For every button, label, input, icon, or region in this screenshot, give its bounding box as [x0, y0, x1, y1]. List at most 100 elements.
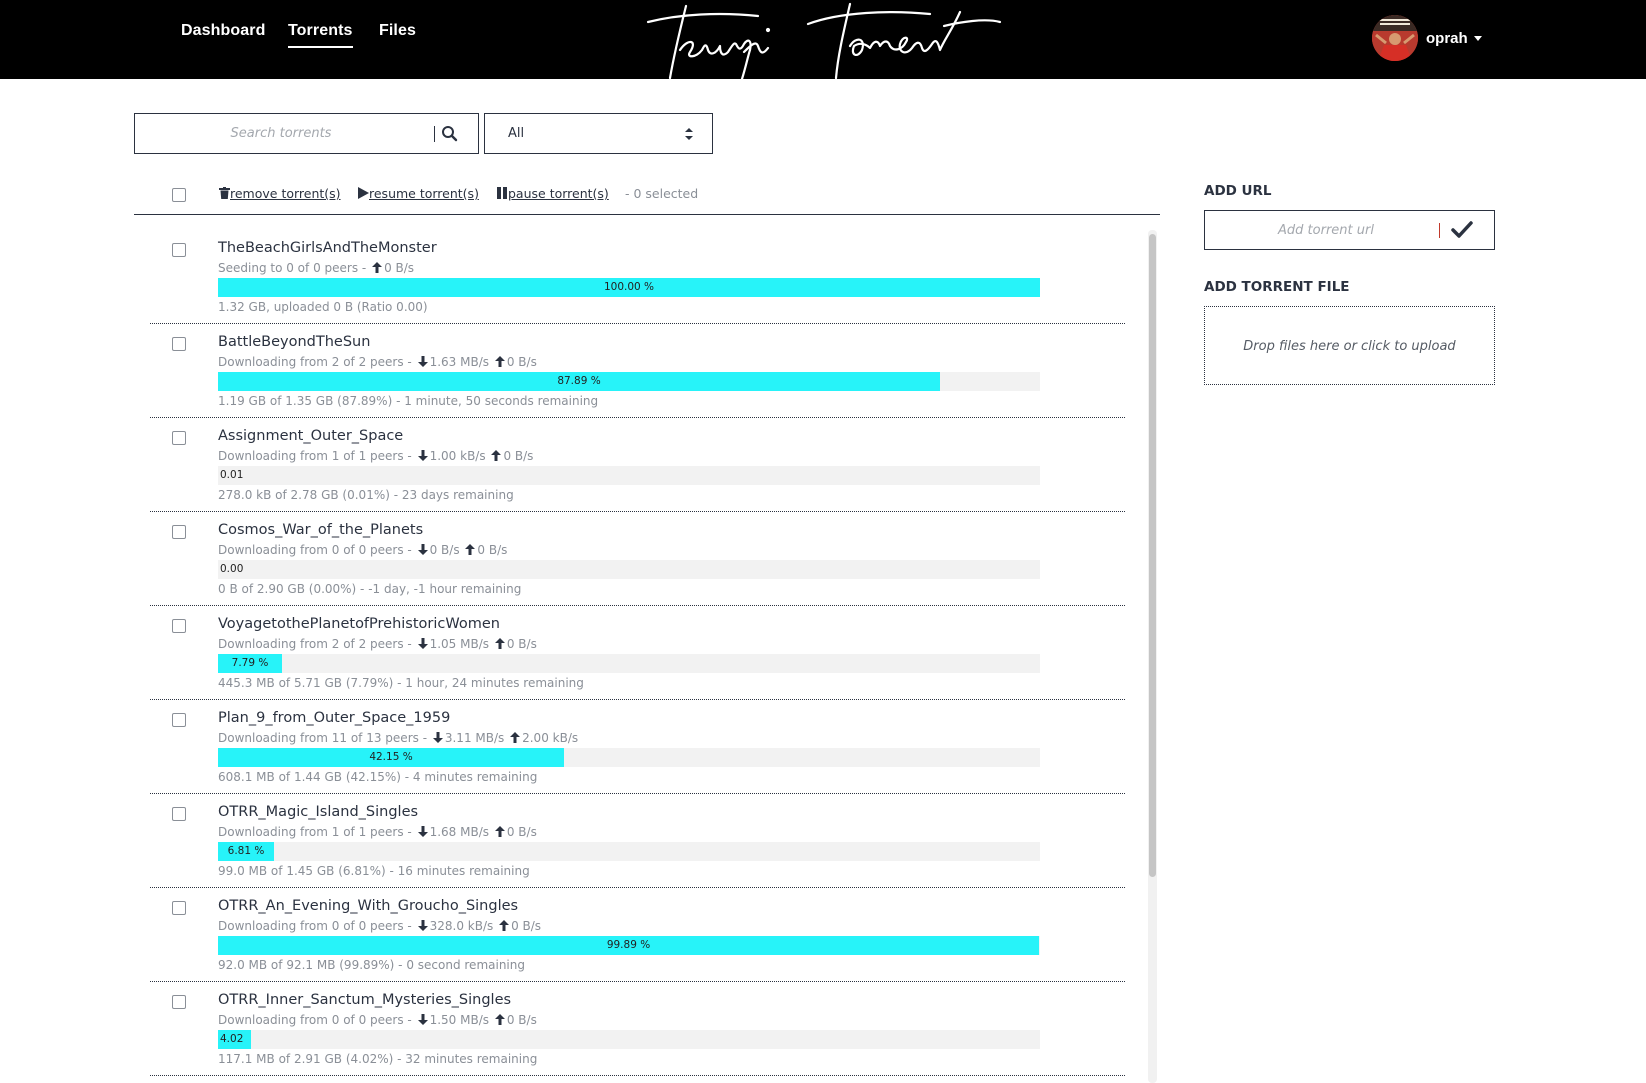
torrent-checkbox[interactable] — [172, 901, 186, 915]
torrent-summary: 92.0 MB of 92.1 MB (99.89%) - 0 second r… — [218, 958, 525, 972]
torrent-list[interactable]: TheBeachGirlsAndTheMonster Seeding to 0 o… — [150, 230, 1150, 1083]
torrent-checkbox[interactable] — [172, 713, 186, 727]
download-speed: 328.0 kB/s — [429, 919, 494, 933]
play-icon — [358, 187, 369, 199]
torrent-name[interactable]: OTRR_An_Evening_With_Groucho_Singles — [218, 898, 518, 914]
torrent-checkbox[interactable] — [172, 525, 186, 539]
torrent-name[interactable]: BattleBeyondTheSun — [218, 334, 370, 350]
status-filter-select[interactable]: All — [484, 113, 713, 154]
select-all-checkbox[interactable] — [172, 188, 186, 202]
torrent-name[interactable]: OTRR_Magic_Island_Singles — [218, 804, 418, 820]
progress-bar: 42.15 % — [218, 748, 1040, 767]
download-speed: 1.68 MB/s — [429, 825, 490, 839]
upload-arrow-icon — [499, 920, 510, 931]
torrent-row[interactable]: BattleBeyondTheSun Downloading from 2 of … — [150, 324, 1125, 418]
torrent-row[interactable]: TheBeachGirlsAndTheMonster Seeding to 0 o… — [150, 230, 1125, 324]
torrent-row[interactable]: OTRR_An_Evening_With_Groucho_Singles Down… — [150, 888, 1125, 982]
search-icon[interactable] — [440, 124, 460, 144]
torrent-row[interactable]: Cosmos_War_of_the_Planets Downloading fro… — [150, 512, 1125, 606]
torrent-checkbox[interactable] — [172, 995, 186, 1009]
search-input[interactable] — [136, 115, 426, 152]
torrent-status: Downloading from 0 of 0 peers - 0 B/s 0 … — [218, 543, 507, 557]
status-peers-text: Seeding to 0 of 0 peers - — [218, 261, 367, 275]
torrent-file-dropzone[interactable]: Drop files here or click to upload — [1204, 306, 1495, 385]
url-input-divider — [1439, 223, 1440, 238]
remove-label[interactable]: remove torrent(s) — [230, 186, 341, 201]
pause-label[interactable]: pause torrent(s) — [508, 186, 609, 201]
torrent-checkbox[interactable] — [172, 807, 186, 821]
upload-speed: 0 B/s — [506, 825, 537, 839]
torrent-checkbox[interactable] — [172, 337, 186, 351]
status-peers-text: Downloading from 1 of 1 peers - — [218, 449, 412, 463]
download-speed: 1.63 MB/s — [429, 355, 490, 369]
resume-label[interactable]: resume torrent(s) — [369, 186, 479, 201]
torrent-name[interactable]: Plan_9_from_Outer_Space_1959 — [218, 710, 450, 726]
remove-torrents-button[interactable]: remove torrent(s) — [219, 186, 341, 201]
progress-bar: 7.79 % — [218, 654, 1040, 673]
torrent-name[interactable]: VoyagetothePlanetofPrehistoricWomen — [218, 616, 500, 632]
user-menu[interactable]: oprah — [1372, 15, 1482, 61]
torrent-checkbox[interactable] — [172, 431, 186, 445]
progress-bar: 6.81 % — [218, 842, 1040, 861]
chevron-down-icon[interactable] — [1473, 35, 1482, 41]
status-peers-text: Downloading from 0 of 0 peers - — [218, 919, 412, 933]
add-torrent-file-title: ADD TORRENT FILE — [1204, 279, 1350, 295]
progress-bar: 0.01 — [218, 466, 1040, 485]
bulk-actions-toolbar: remove torrent(s) resume torrent(s) paus… — [134, 180, 1160, 215]
torrent-name[interactable]: TheBeachGirlsAndTheMonster — [218, 240, 437, 256]
upload-speed: 0 B/s — [506, 1013, 537, 1027]
download-speed: 3.11 MB/s — [444, 731, 505, 745]
torrent-status: Downloading from 11 of 13 peers - 3.11 M… — [218, 731, 578, 745]
status-peers-text: Downloading from 2 of 2 peers - — [218, 355, 412, 369]
search-divider — [434, 126, 435, 142]
upload-arrow-icon — [494, 1014, 505, 1025]
nav-dashboard[interactable]: Dashboard — [181, 22, 265, 40]
checkmark-icon[interactable] — [1451, 220, 1473, 240]
torrent-summary: 99.0 MB of 1.45 GB (6.81%) - 16 minutes … — [218, 864, 530, 878]
torrent-row[interactable]: VoyagetothePlanetofPrehistoricWomen Downl… — [150, 606, 1125, 700]
torrent-status: Downloading from 0 of 0 peers - 1.50 MB/… — [218, 1013, 537, 1027]
upload-speed: 0 B/s — [477, 543, 508, 557]
torrent-summary: 608.1 MB of 1.44 GB (42.15%) - 4 minutes… — [218, 770, 538, 784]
pause-icon — [497, 187, 507, 199]
torrent-checkbox[interactable] — [172, 619, 186, 633]
download-arrow-icon — [417, 544, 428, 555]
progress-bar: 4.02 — [218, 1030, 1040, 1049]
torrent-row[interactable]: Assignment_Outer_Space Downloading from 1… — [150, 418, 1125, 512]
upload-speed: 0 B/s — [506, 637, 537, 651]
resume-torrents-button[interactable]: resume torrent(s) — [358, 186, 479, 201]
search-box — [134, 113, 479, 154]
progress-label: 87.89 % — [557, 375, 601, 387]
torrent-name[interactable]: Assignment_Outer_Space — [218, 428, 403, 444]
selected-count: - 0 selected — [625, 186, 699, 201]
torrent-status: Downloading from 2 of 2 peers - 1.63 MB/… — [218, 355, 537, 369]
pause-torrents-button[interactable]: pause torrent(s) — [497, 186, 609, 201]
torrent-row[interactable]: Plan_9_from_Outer_Space_1959 Downloading … — [150, 700, 1125, 794]
torrent-row[interactable]: OTRR_Magic_Island_Singles Downloading fro… — [150, 794, 1125, 888]
download-arrow-icon — [417, 356, 428, 367]
torrent-name[interactable]: OTRR_Inner_Sanctum_Mysteries_Singles — [218, 992, 511, 1008]
status-peers-text: Downloading from 1 of 1 peers - — [218, 825, 412, 839]
progress-label: 42.15 % — [369, 751, 413, 763]
torrent-checkbox[interactable] — [172, 243, 186, 257]
torrent-summary: 0 B of 2.90 GB (0.00%) - -1 day, -1 hour… — [218, 582, 522, 596]
avatar[interactable] — [1372, 15, 1418, 61]
progress-bar: 99.89 % — [218, 936, 1040, 955]
scrollbar-thumb[interactable] — [1149, 234, 1156, 877]
upload-speed: 0 B/s — [384, 261, 415, 275]
torrent-summary: 1.19 GB of 1.35 GB (87.89%) - 1 minute, … — [218, 394, 599, 408]
torrent-summary: 445.3 MB of 5.71 GB (7.79%) - 1 hour, 24… — [218, 676, 584, 690]
nav-torrents-tab[interactable]: Torrents — [288, 22, 353, 48]
progress-label: 100.00 % — [603, 281, 655, 293]
torrent-row[interactable]: OTRR_Inner_Sanctum_Mysteries_Singles Down… — [150, 982, 1125, 1076]
progress-label: 0.00 — [220, 563, 244, 575]
torrent-url-input[interactable] — [1206, 212, 1446, 248]
torrent-summary: 278.0 kB of 2.78 GB (0.01%) - 23 days re… — [218, 488, 514, 502]
nav-files[interactable]: Files — [379, 22, 416, 40]
username[interactable]: oprah — [1426, 30, 1468, 47]
progress-label: 6.81 % — [227, 845, 265, 857]
torrent-status: Downloading from 1 of 1 peers - 1.00 kB/… — [218, 449, 533, 463]
progress-bar: 87.89 % — [218, 372, 1040, 391]
torrent-name[interactable]: Cosmos_War_of_the_Planets — [218, 522, 423, 538]
teurpi-torrent-logo[interactable] — [640, 0, 1012, 79]
